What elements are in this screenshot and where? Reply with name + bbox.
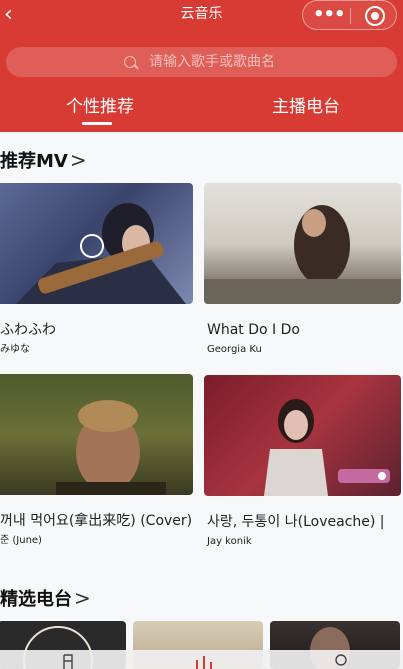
chevron-right-icon: > bbox=[74, 586, 91, 610]
mini-program-capsule: ••• bbox=[302, 0, 397, 30]
section-title-radio[interactable]: 精选电台 > bbox=[0, 586, 91, 612]
mv-artist: みゆな bbox=[0, 344, 30, 355]
tab-anchor-radio[interactable]: 主播电台 bbox=[272, 94, 340, 120]
mv-thumbnail[interactable] bbox=[0, 183, 193, 304]
mv-artist: 준 (June) bbox=[0, 535, 42, 546]
mv-title[interactable]: ふわふわ bbox=[0, 321, 193, 339]
mv-artist: Jay konik bbox=[207, 536, 252, 547]
tab-personal-recommend[interactable]: 个性推荐 bbox=[66, 94, 134, 120]
mv-title[interactable]: 꺼내 먹어요(拿出来吃) (Cover) bbox=[0, 512, 200, 530]
mv-artist: Georgia Ku bbox=[207, 344, 262, 355]
mv-thumbnail-art bbox=[16, 203, 186, 304]
chevron-right-icon: > bbox=[69, 148, 87, 172]
calendar-icon[interactable] bbox=[58, 652, 78, 669]
app-header: ‹ 云音乐 ••• 请输入歌手或歌曲名 个性推荐 主播电台 bbox=[0, 0, 403, 132]
search-input[interactable]: 请输入歌手或歌曲名 bbox=[6, 47, 397, 77]
more-icon[interactable]: ••• bbox=[313, 6, 346, 26]
mv-thumbnail[interactable] bbox=[204, 183, 401, 304]
section-title-mv-label: 推荐MV bbox=[0, 151, 68, 172]
section-title-mv[interactable]: 推荐MV > bbox=[0, 148, 87, 174]
section-title-radio-label: 精选电台 bbox=[0, 589, 72, 610]
mv-title[interactable]: 사랑, 두통이 나(Loveache) | bbox=[207, 513, 403, 531]
bottom-tab-bar bbox=[0, 650, 403, 669]
close-target-icon[interactable] bbox=[365, 6, 385, 26]
mv-thumbnail-art bbox=[204, 205, 401, 304]
mv-thumbnail[interactable] bbox=[204, 375, 401, 496]
mv-title[interactable]: What Do I Do bbox=[207, 321, 401, 339]
mv-thumbnail-art bbox=[56, 400, 166, 495]
mv-thumbnail[interactable] bbox=[0, 374, 193, 495]
capsule-divider bbox=[350, 8, 351, 24]
search-placeholder: 请输入歌手或歌曲名 bbox=[149, 54, 275, 70]
mv-thumbnail-art bbox=[264, 399, 390, 496]
music-home-icon[interactable] bbox=[194, 652, 214, 669]
search-icon bbox=[124, 56, 136, 68]
profile-icon[interactable] bbox=[331, 652, 351, 669]
tab-active-indicator bbox=[82, 122, 112, 125]
